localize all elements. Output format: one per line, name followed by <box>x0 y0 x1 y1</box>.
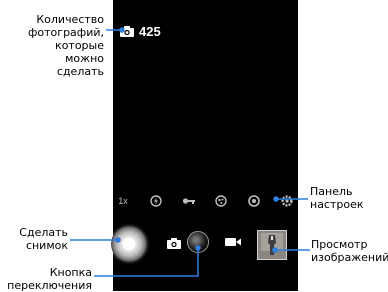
annotation-text: переключения <box>7 279 92 292</box>
annotation-text: снимок <box>25 239 68 252</box>
shutter-annotation: Сделать снимок <box>18 226 68 252</box>
flash-icon[interactable] <box>149 194 163 208</box>
photo-counter: 425 <box>120 24 161 39</box>
photo-count-annotation: Количество фотографий, которые можно сде… <box>20 13 104 78</box>
annotation-text: Кнопка <box>49 266 92 279</box>
annotation-text: изображений <box>311 251 388 264</box>
settings-panel-annotation: Панель настроек <box>310 185 364 211</box>
gallery-thumbnail-image <box>258 231 286 259</box>
annotation-text: настроек <box>310 198 364 211</box>
settings-icon[interactable] <box>280 194 294 208</box>
zoom-label: 1x <box>118 196 128 206</box>
annotation-text: Панель <box>310 185 353 198</box>
camera-mode-icon[interactable] <box>167 238 181 249</box>
camera-icon <box>120 26 134 37</box>
mode-switch-toggle[interactable] <box>187 231 209 253</box>
zoom-icon[interactable]: 1x <box>116 194 130 208</box>
gallery-annotation: Просмотр изображений <box>311 238 388 264</box>
annotation-text: Количество <box>36 13 104 26</box>
annotation-text: Просмотр <box>311 238 368 251</box>
scene-mode-icon[interactable] <box>247 194 261 208</box>
color-effect-icon[interactable] <box>214 194 228 208</box>
annotation-text: фотографий, <box>28 26 104 39</box>
annotation-text: которые можно <box>55 39 104 65</box>
settings-panel[interactable]: 1x <box>116 191 294 211</box>
annotation-text: сделать <box>56 65 104 78</box>
white-balance-icon[interactable] <box>182 194 196 208</box>
photo-count-value: 425 <box>139 24 161 39</box>
gallery-thumbnail[interactable] <box>257 230 287 260</box>
annotation-text: Сделать <box>19 226 68 239</box>
switch-annotation: Кнопка переключения <box>0 266 92 292</box>
shutter-button[interactable] <box>111 226 147 262</box>
video-mode-icon[interactable] <box>225 237 241 247</box>
